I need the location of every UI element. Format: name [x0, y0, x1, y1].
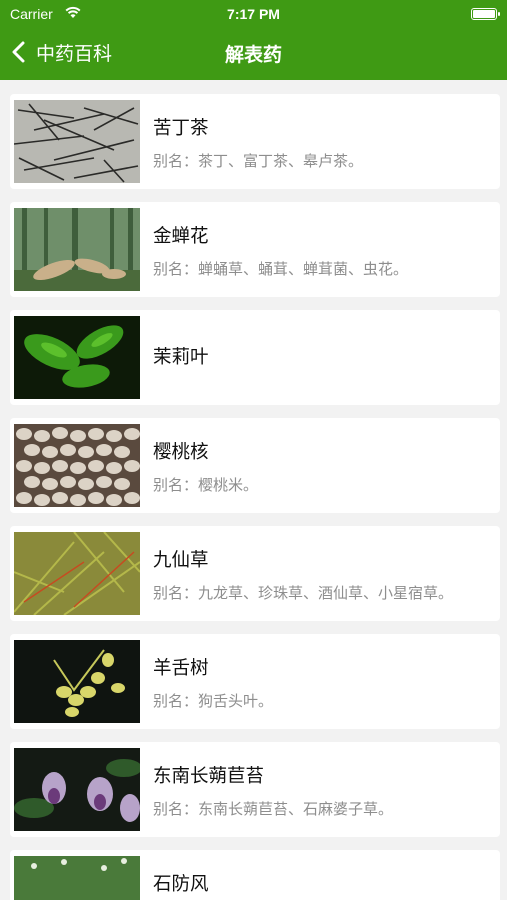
herb-alias: 别名：九龙草、珍珠草、酒仙草、小星宿草。 [153, 584, 454, 602]
list-item[interactable]: 茉莉叶 [10, 310, 500, 405]
nav-bar: 中药百科 解表药 [0, 34, 507, 70]
cicada-flower-image [14, 208, 140, 291]
status-bar: Carrier 7:17 PM [0, 6, 507, 24]
herb-name: 金蝉花 [153, 226, 209, 247]
list-item[interactable]: 九仙草 别名：九龙草、珍珠草、酒仙草、小星宿草。 [10, 526, 500, 621]
herb-list[interactable]: 苦丁茶 别名：茶丁、富丁茶、皋卢茶。 金蝉花 别名：蝉蛹草、蛹茸、蝉茸菌、虫花。… [10, 94, 500, 900]
list-item[interactable]: 金蝉花 别名：蝉蛹草、蛹茸、蝉茸菌、虫花。 [10, 202, 500, 297]
fruit-branch-image [14, 640, 140, 723]
herb-name: 茉莉叶 [153, 347, 209, 368]
herb-plant-image [14, 532, 140, 615]
herb-name: 九仙草 [153, 550, 209, 571]
herb-name: 羊舌树 [153, 658, 209, 679]
herb-name: 东南长蒴苣苔 [153, 766, 265, 787]
plant-image [14, 856, 140, 900]
herb-alias: 别名：樱桃米。 [153, 476, 259, 494]
jasmine-leaf-image [14, 316, 140, 399]
status-time: 7:17 PM [227, 6, 280, 22]
herb-alias: 别名：蝉蛹草、蛹茸、蝉茸菌、虫花。 [153, 260, 409, 278]
herb-tea-leaves-image [14, 100, 140, 183]
herb-alias: 别名：茶丁、富丁茶、皋卢茶。 [153, 152, 364, 170]
list-item[interactable]: 东南长蒴苣苔 别名：东南长蒴苣苔、石麻婆子草。 [10, 742, 500, 837]
herb-alias: 别名：东南长蒴苣苔、石麻婆子草。 [153, 800, 394, 818]
list-item[interactable]: 苦丁茶 别名：茶丁、富丁茶、皋卢茶。 [10, 94, 500, 189]
herb-name: 樱桃核 [153, 442, 209, 463]
navigation-header: Carrier 7:17 PM 中药百科 解表药 [0, 0, 507, 80]
herb-name: 苦丁茶 [153, 118, 209, 139]
herb-name: 石防风 [153, 874, 209, 895]
list-item[interactable]: 樱桃核 别名：樱桃米。 [10, 418, 500, 513]
list-item[interactable]: 羊舌树 别名：狗舌头叶。 [10, 634, 500, 729]
list-item[interactable]: 石防风 [10, 850, 500, 900]
page-title: 解表药 [224, 44, 282, 66]
cherry-pit-image [14, 424, 140, 507]
battery-icon [471, 8, 500, 20]
purple-flower-image [14, 748, 140, 831]
herb-alias: 别名：狗舌头叶。 [153, 692, 274, 710]
